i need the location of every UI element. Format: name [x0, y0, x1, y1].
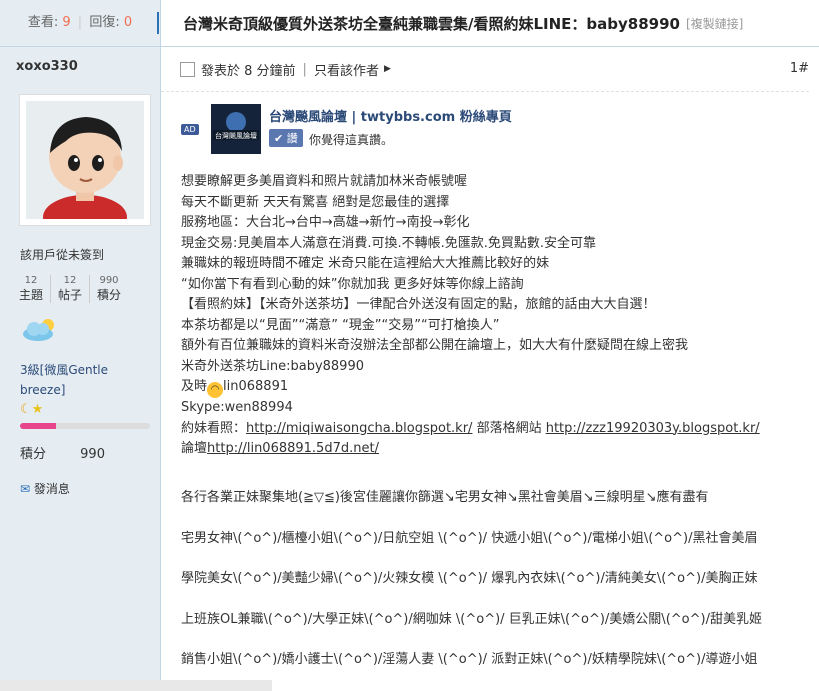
topics-label: 主題	[18, 288, 43, 302]
fanpage-name-link[interactable]: 台灣飈風論壇 | twtybbs.com 粉絲專頁	[269, 106, 512, 125]
thread-stats: 查看: 9 | 回復: 0	[0, 0, 160, 47]
mail-icon: ✉	[20, 482, 31, 496]
user-counts: 12 主題 12 帖子 990 積分	[12, 275, 160, 303]
topics-count[interactable]: 12 主題	[12, 275, 51, 303]
views-label: 查看:	[27, 15, 59, 30]
star-icon: ★	[31, 402, 44, 417]
credits-label: 積分	[96, 288, 121, 302]
tag-line: 銷售小姐\(^o^)/嬌小護士\(^o^)/淫蕩人妻 \(^o^)/ 派對正妹\…	[181, 652, 758, 667]
fanpage-logo-text: 台灣飈風論壇	[215, 131, 257, 140]
send-message-link[interactable]: ✉ 發消息	[20, 480, 160, 497]
score-value: 990	[80, 447, 105, 462]
replies-count: 0	[123, 15, 133, 30]
smiley-icon: ◠	[207, 382, 224, 398]
like-label: 讚	[286, 132, 298, 145]
send-message-label: 發消息	[33, 482, 70, 496]
fanpage-logo[interactable]: 台灣飈風論壇	[211, 104, 261, 154]
content-line: 【看照約妹】【米奇外送茶坊】一律配合外送沒有固定的點，旅館的話由大大自選！	[181, 297, 656, 312]
ad-badge: AD	[181, 124, 199, 135]
photo-mid: 部落格網站	[472, 420, 546, 436]
blog-link-2[interactable]: http://zzz19920303y.blogspot.kr/	[546, 421, 760, 436]
line-prefix: 及時	[181, 379, 208, 394]
topics-value: 12	[24, 275, 38, 286]
author-name[interactable]: xoxo330	[0, 47, 160, 74]
floor-number[interactable]: 1#	[790, 61, 809, 76]
credits-count[interactable]: 990 積分	[90, 275, 128, 303]
only-author-link[interactable]: 只看該作者	[314, 60, 379, 79]
forum-link[interactable]: http://lin068891.5d7d.net/	[207, 441, 379, 456]
post-checkbox[interactable]	[180, 61, 195, 77]
moon-icon: ☾	[20, 402, 32, 417]
level-stars: ☾★	[20, 402, 160, 417]
blog-link-1[interactable]: http://miqiwaisongcha.blogspot.kr/	[246, 421, 472, 436]
line-id: lin068891	[223, 379, 289, 394]
posts-label: 帖子	[57, 288, 82, 302]
forum-label: 論壇	[181, 441, 208, 456]
content-line: “如你當下有看到心動的妹”你就加我 更多好妹等你線上諮詢	[181, 276, 524, 292]
like-text: 你覺得這真讚。	[309, 133, 394, 147]
thread-title: 台灣米奇頂級優質外送茶坊全臺純兼職雲集/看照約妹LINE：baby88990	[183, 14, 680, 33]
photo-line: 約妹看照：http://miqiwaisongcha.blogspot.kr/ …	[181, 419, 806, 440]
horizontal-scrollbar[interactable]	[0, 680, 272, 691]
tag-line: 上班族OL兼職\(^o^)/大學正妹\(^o^)/網咖妹 \(^o^)/ 巨乳正…	[181, 611, 762, 627]
stats-divider: |	[77, 15, 83, 30]
content-line: 額外有百位兼職妹的資料米奇沒辦法全部都公開在論壇上，如大大有什麼疑問在線上密我	[181, 338, 689, 353]
level-progress	[20, 423, 150, 429]
posts-value: 12	[63, 275, 77, 286]
posts-count[interactable]: 12 帖子	[51, 275, 90, 303]
content-line: 本茶坊都是以“見面”“滿意” “現金”“交易”“可打槍換人”	[181, 317, 500, 333]
photo-label: 約妹看照：	[181, 420, 247, 436]
replies-label: 回復:	[89, 15, 120, 30]
fanpage-widget: AD 台灣飈風論壇 台灣飈風論壇 | twtybbs.com 粉絲專頁 ✔ 讚 …	[181, 102, 601, 158]
thread-header: 台灣米奇頂級優質外送茶坊全臺純兼職雲集/看照約妹LINE：baby88990 […	[157, 0, 819, 47]
content-line: 服務地區：大台北→台中→高雄→新竹→南投→彰化	[181, 215, 470, 230]
header-notch	[157, 12, 167, 34]
user-level[interactable]: 3級[微風Gentle breeze]	[20, 360, 140, 400]
level-progress-fill	[20, 423, 57, 429]
post-meta: 發表於 8 分鐘前 | 只看該作者 ▶ 1#	[161, 47, 809, 92]
post-area: 台灣米奇頂級優質外送茶坊全臺純兼職雲集/看照約妹LINE：baby88990 […	[157, 0, 819, 691]
copy-link-button[interactable]: [複製鏈接]	[686, 15, 743, 32]
thumbs-up-icon: ✔	[274, 132, 284, 145]
content-line: 想要瞭解更多美眉資料和照片就請加林米奇帳號喔	[181, 174, 468, 189]
credits-value: 990	[99, 275, 119, 286]
content-line: 米奇外送茶坊Line:baby88990	[181, 358, 364, 374]
signin-status: 該用戶從未簽到	[20, 248, 105, 262]
content-line: 現金交易:見美眉本人滿意在消費.可換.不轉帳.免匯款.免買點數.安全可靠	[181, 235, 597, 251]
tag-line: 各行各業正妹聚集地(≧▽≦)後宮佳麗讓你篩選↘宅男女神↘黑社會美眉↘三線明星↘應…	[181, 490, 709, 505]
skype-line: Skype:wen88994	[181, 400, 293, 415]
tag-line: 學院美女\(^o^)/美豔少婦\(^o^)/火辣女模 \(^o^)/ 爆乳內衣妹…	[181, 571, 758, 586]
fanpage-logo-image: 台灣飈風論壇	[211, 104, 261, 154]
weather-cloud-icon	[20, 317, 160, 346]
content-line: 每天不斷更新 天天有驚喜 絕對是您最佳的選擇	[181, 194, 450, 210]
line-id-line: 及時 ◠ lin068891	[181, 377, 806, 398]
avatar-image	[26, 101, 144, 239]
content-line: 兼職妹的報班時間不確定 米奇只能在這裡給大大推薦比較好的妹	[181, 256, 550, 271]
tag-line: 宅男女神\(^o^)/櫃檯小姐\(^o^)/日航空姐 \(^o^)/ 快遞小姐\…	[181, 530, 758, 546]
score-label: 積分	[20, 447, 47, 462]
caret-right-icon: ▶	[383, 64, 391, 74]
author-sidebar: 查看: 9 | 回復: 0 xoxo330 該用戶從未簽到 12 主題 12 帖…	[0, 0, 161, 691]
forum-line: 論壇http://lin068891.5d7d.net/	[181, 439, 806, 460]
post-content: 想要瞭解更多美眉資料和照片就請加林米奇帳號喔 每天不斷更新 天天有驚喜 絕對是您…	[181, 172, 806, 681]
score-row: 積分 990	[20, 443, 160, 462]
views-count: 9	[62, 15, 71, 30]
avatar[interactable]	[19, 94, 151, 239]
like-button[interactable]: ✔ 讚	[269, 129, 303, 147]
posted-time: 發表於 8 分鐘前	[201, 63, 296, 79]
meta-divider: |	[302, 61, 307, 77]
